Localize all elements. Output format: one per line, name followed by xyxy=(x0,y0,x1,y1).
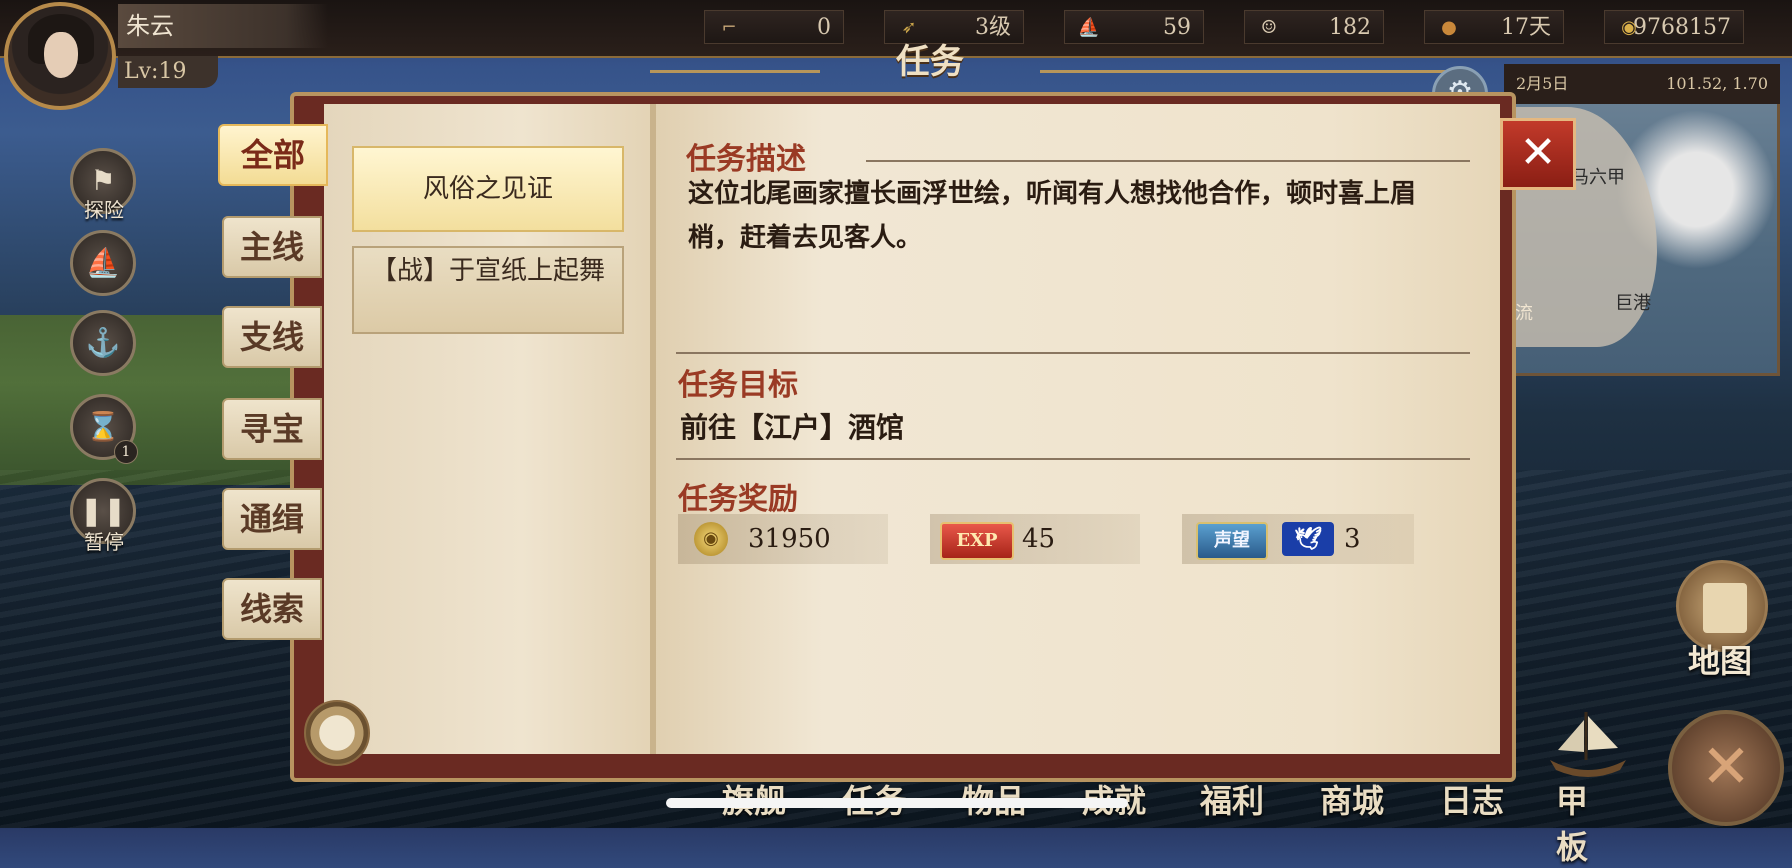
flag-icon: ⚑ xyxy=(90,164,116,197)
hourglass-count-badge: 1 xyxy=(114,440,138,464)
reward-exp-amount: 45 xyxy=(1022,524,1056,554)
close-button[interactable]: ✕ xyxy=(1500,118,1576,190)
minimap-header: 2月5日 101.52, 1.70 xyxy=(1504,64,1780,104)
ship-crew-icon: ⛵ xyxy=(1077,17,1101,38)
minimap-label-palembang: 巨港 xyxy=(1615,293,1651,314)
explore-label: 探险 xyxy=(84,198,124,222)
quest-goal: 前往【江户】酒馆 xyxy=(680,411,905,444)
minimap[interactable]: 马六甲 巨港 流 xyxy=(1504,64,1780,376)
reward-fame: 声望 🕊 3 xyxy=(1182,514,1414,564)
action-button[interactable]: ✕ xyxy=(1668,710,1784,826)
resource-ships[interactable]: ⛵ 59 xyxy=(1064,10,1204,44)
tab-main[interactable]: 主线 xyxy=(222,216,322,278)
player-name: 朱云 xyxy=(118,4,328,48)
reward-exp: EXP 45 xyxy=(930,514,1140,564)
avatar[interactable] xyxy=(4,2,116,110)
resource-value: 0 xyxy=(817,15,831,40)
game-date: 2月5日 xyxy=(1516,74,1569,93)
dove-icon: 🕊 xyxy=(1282,522,1334,556)
boot-icon: ⌐ xyxy=(721,17,737,38)
resource-food[interactable]: ● 17天 xyxy=(1424,10,1564,44)
exp-icon: EXP xyxy=(940,522,1014,560)
quest-item-active[interactable]: 风俗之见证 xyxy=(352,146,624,232)
fame-icon: 声望 xyxy=(1196,522,1268,560)
tab-side[interactable]: 支线 xyxy=(222,306,322,368)
nav-deck[interactable]: 甲板 xyxy=(1556,776,1600,868)
quest-item[interactable]: 【战】于宣纸上起舞 xyxy=(352,246,624,334)
resource-value: 17天 xyxy=(1501,15,1551,40)
fleet-button[interactable]: ⛵ xyxy=(70,230,136,296)
pause-icon: ❚❚ xyxy=(79,494,127,527)
ship-coordinates: 101.52, 1.70 xyxy=(1666,74,1768,93)
reward-fame-amount: 3 xyxy=(1344,524,1361,554)
resource-gold[interactable]: ◉ 9768157 xyxy=(1604,10,1744,44)
hourglass-icon: ⌛ xyxy=(85,410,121,443)
tab-wanted[interactable]: 通缉 xyxy=(222,488,322,550)
scroll-map-icon xyxy=(1703,583,1747,633)
nav-welfare[interactable]: 福利 xyxy=(1200,776,1264,822)
quest-description: 这位北尾画家擅长画浮世绘，听闻有人想找他合作，顿时喜上眉梢，赶着去见客人。 xyxy=(688,179,1417,253)
tab-all[interactable]: 全部 xyxy=(218,124,328,186)
description-rule xyxy=(866,160,1470,162)
avatar-face xyxy=(44,32,78,78)
minimap-label-malacca: 马六甲 xyxy=(1571,167,1625,188)
coin-icon: ◉ xyxy=(1621,17,1637,38)
crossed-swords-icon: ✕ xyxy=(1700,732,1752,802)
nav-log[interactable]: 日志 xyxy=(1440,776,1504,822)
reward-title: 任务奖励 xyxy=(678,482,798,517)
resource-value: 9768157 xyxy=(1633,15,1731,40)
anchor-icon: ⚓ xyxy=(85,326,121,359)
resource-sailors[interactable]: ☺ 182 xyxy=(1244,10,1384,44)
nav-shop[interactable]: 商城 xyxy=(1320,776,1384,822)
sailor-icon: ☺ xyxy=(1260,17,1278,38)
title-ornament-right xyxy=(1040,70,1460,73)
reward-gold-amount: 31950 xyxy=(748,524,831,554)
section-divider xyxy=(676,352,1470,354)
tab-clues[interactable]: 线索 xyxy=(222,578,322,640)
ship-icon[interactable] xyxy=(1540,704,1636,784)
resource-value: 182 xyxy=(1329,15,1371,40)
goal-title: 任务目标 xyxy=(678,368,798,403)
resource-value: 3级 xyxy=(975,15,1011,40)
compass-icon xyxy=(304,700,370,766)
reward-gold: ◉ 31950 xyxy=(678,514,888,564)
player-level: Lv:19 xyxy=(118,56,218,88)
tab-treasure[interactable]: 寻宝 xyxy=(222,398,322,460)
anchor-button[interactable]: ⚓ xyxy=(70,310,136,376)
book-spine xyxy=(650,104,656,754)
pause-label: 暂停 xyxy=(84,530,124,554)
map-label: 地图 xyxy=(1688,642,1753,680)
coin-icon: ◉ xyxy=(694,522,728,556)
minimap-label-flow: 流 xyxy=(1515,303,1533,324)
home-indicator[interactable] xyxy=(666,798,1128,808)
sail-icon: ⛵ xyxy=(85,246,121,279)
page-title: 任务 xyxy=(896,42,964,82)
section-divider xyxy=(676,458,1470,460)
resource-value: 59 xyxy=(1163,15,1191,40)
bread-icon: ● xyxy=(1441,17,1457,38)
